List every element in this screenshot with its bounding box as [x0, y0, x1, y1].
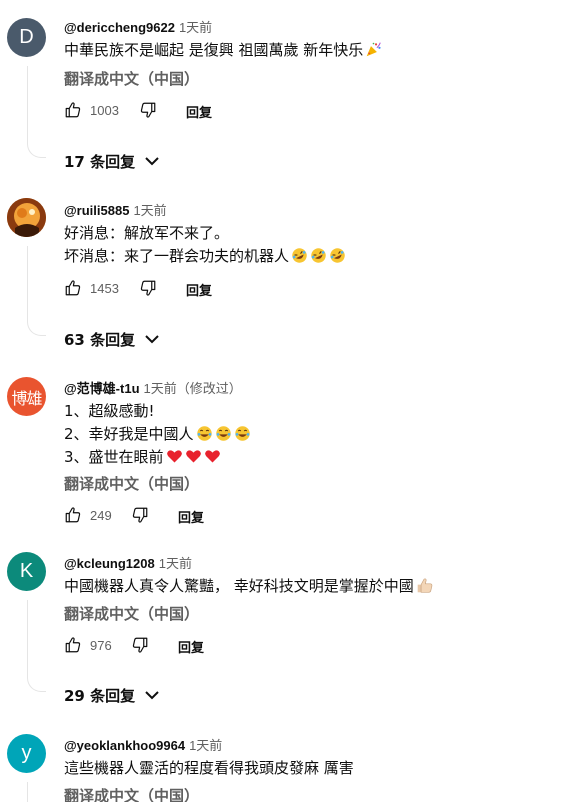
comment-header: @kcleung1208 1天前 — [64, 553, 192, 572]
avatar-image — [7, 198, 46, 237]
comment-header: @范博雄-t1u 1天前（修改过） — [64, 378, 242, 397]
avatar-letter: y — [21, 742, 32, 764]
comment-text-line: 中華民族不是崛起 是復興 祖國萬歲 新年快乐 — [64, 41, 364, 59]
avatar[interactable] — [7, 198, 46, 237]
dislike-icon[interactable] — [139, 279, 157, 297]
comment-text: 好消息：解放军不来了。 — [64, 224, 230, 242]
translate-link[interactable]: 翻译成中文（中国） — [64, 785, 199, 802]
comment-time[interactable]: 1天前 — [159, 556, 192, 571]
comment-text-line: 這些機器人靈活的程度看得我頭皮發麻 厲害 — [64, 757, 354, 779]
comment-header: @ruili5885 1天前 — [64, 200, 167, 219]
translate-link[interactable]: 翻译成中文（中国） — [64, 603, 199, 624]
comment-text: 坏消息：来了一群会功夫的机器人 — [64, 247, 290, 265]
replies-count: 29 条回复 — [64, 687, 136, 705]
thread-line — [27, 782, 28, 802]
avatar[interactable]: 博雄 — [7, 377, 46, 416]
comment-text: 中國機器人真令人驚豔， 幸好科技文明是掌握於中國 — [64, 577, 414, 595]
like-icon[interactable] — [64, 101, 82, 119]
avatar-letter: K — [19, 560, 34, 582]
dislike-icon[interactable] — [139, 101, 157, 119]
dislike-icon[interactable] — [131, 636, 149, 654]
party-popper-icon — [367, 42, 382, 57]
chevron-down-icon — [145, 335, 159, 344]
like-count: 249 — [90, 508, 112, 523]
red-heart-icon — [166, 450, 182, 463]
tears-of-joy-icon — [215, 426, 231, 441]
thumbs-up-icon — [417, 578, 433, 593]
avatar-letter: 博雄 — [11, 390, 42, 408]
replies-count: 63 条回复 — [64, 331, 136, 349]
dislike-icon[interactable] — [131, 506, 149, 524]
comment-text: 中華民族不是崛起 是復興 祖國萬歲 新年快乐 — [64, 39, 382, 61]
comments-section: D @dericcheng9622 1天前 中華民族不是崛起 是復興 祖國萬歲 新… — [0, 0, 568, 802]
author-name[interactable]: @yeoklankhoo9964 — [64, 738, 185, 753]
rofl-emoji-icon — [311, 248, 326, 263]
reply-button[interactable]: 回复 — [186, 102, 212, 121]
comment-time[interactable]: 1天前 — [189, 738, 222, 753]
thread-line — [27, 66, 28, 143]
avatar[interactable]: y — [7, 734, 46, 773]
comment-time[interactable]: 1天前（修改过） — [144, 381, 242, 396]
thread-curve — [27, 143, 46, 158]
tears-of-joy-icon — [196, 426, 212, 441]
like-icon[interactable] — [64, 636, 82, 654]
comment-header: @yeoklankhoo9964 1天前 — [64, 735, 222, 754]
red-heart-icon — [185, 450, 201, 463]
author-name[interactable]: @dericcheng9622 — [64, 20, 175, 35]
like-count: 1003 — [90, 103, 119, 118]
author-name[interactable]: @kcleung1208 — [64, 556, 155, 571]
thread-curve — [27, 677, 46, 692]
rofl-emoji-icon — [330, 248, 345, 263]
comment-time[interactable]: 1天前 — [179, 20, 212, 35]
chevron-down-icon — [145, 157, 159, 166]
red-heart-icon — [204, 450, 220, 463]
thread-curve — [27, 321, 46, 336]
like-count: 1453 — [90, 281, 119, 296]
comment-text: 3、盛世在眼前 — [64, 448, 164, 466]
tears-of-joy-icon — [234, 426, 250, 441]
reply-button[interactable]: 回复 — [178, 637, 204, 656]
avatar[interactable]: D — [7, 18, 46, 57]
comment-text-line: 2、幸好我是中國人 — [64, 423, 251, 445]
rofl-emoji-icon — [292, 248, 307, 263]
comment-text: 這些機器人靈活的程度看得我頭皮發麻 厲害 — [64, 759, 354, 777]
replies-toggle[interactable]: 29 条回复 — [64, 685, 159, 709]
comment-text-line: 1、超級感動! — [64, 400, 155, 422]
comment-header: @dericcheng9622 1天前 — [64, 17, 212, 36]
reply-button[interactable]: 回复 — [186, 280, 212, 299]
comment-text: 1、超級感動! — [64, 402, 155, 420]
comment-text-line: 坏消息：来了一群会功夫的机器人 — [64, 245, 346, 267]
thread-line — [27, 600, 28, 677]
replies-count: 17 条回复 — [64, 153, 136, 171]
avatar[interactable]: K — [7, 552, 46, 591]
author-name[interactable]: @ruili5885 — [64, 203, 129, 218]
reply-button[interactable]: 回复 — [178, 507, 204, 526]
translate-link[interactable]: 翻译成中文（中国） — [64, 68, 199, 89]
like-icon[interactable] — [64, 279, 82, 297]
like-icon[interactable] — [64, 506, 82, 524]
chevron-down-icon — [145, 691, 159, 700]
comment-time[interactable]: 1天前 — [133, 203, 166, 218]
comment-text-line: 好消息：解放军不来了。 — [64, 222, 229, 244]
translate-link[interactable]: 翻译成中文（中国） — [64, 473, 199, 494]
comment-text: 2、幸好我是中國人 — [64, 425, 194, 443]
replies-toggle[interactable]: 17 条回复 — [64, 151, 159, 175]
avatar-letter: D — [19, 26, 34, 48]
like-count: 976 — [90, 638, 112, 653]
comment-text-line: 3、盛世在眼前 — [64, 446, 221, 468]
author-name[interactable]: @范博雄-t1u — [64, 381, 140, 396]
replies-toggle[interactable]: 63 条回复 — [64, 329, 159, 353]
comment-text-line: 中國機器人真令人驚豔， 幸好科技文明是掌握於中國 — [64, 575, 433, 597]
thread-line — [27, 246, 28, 321]
